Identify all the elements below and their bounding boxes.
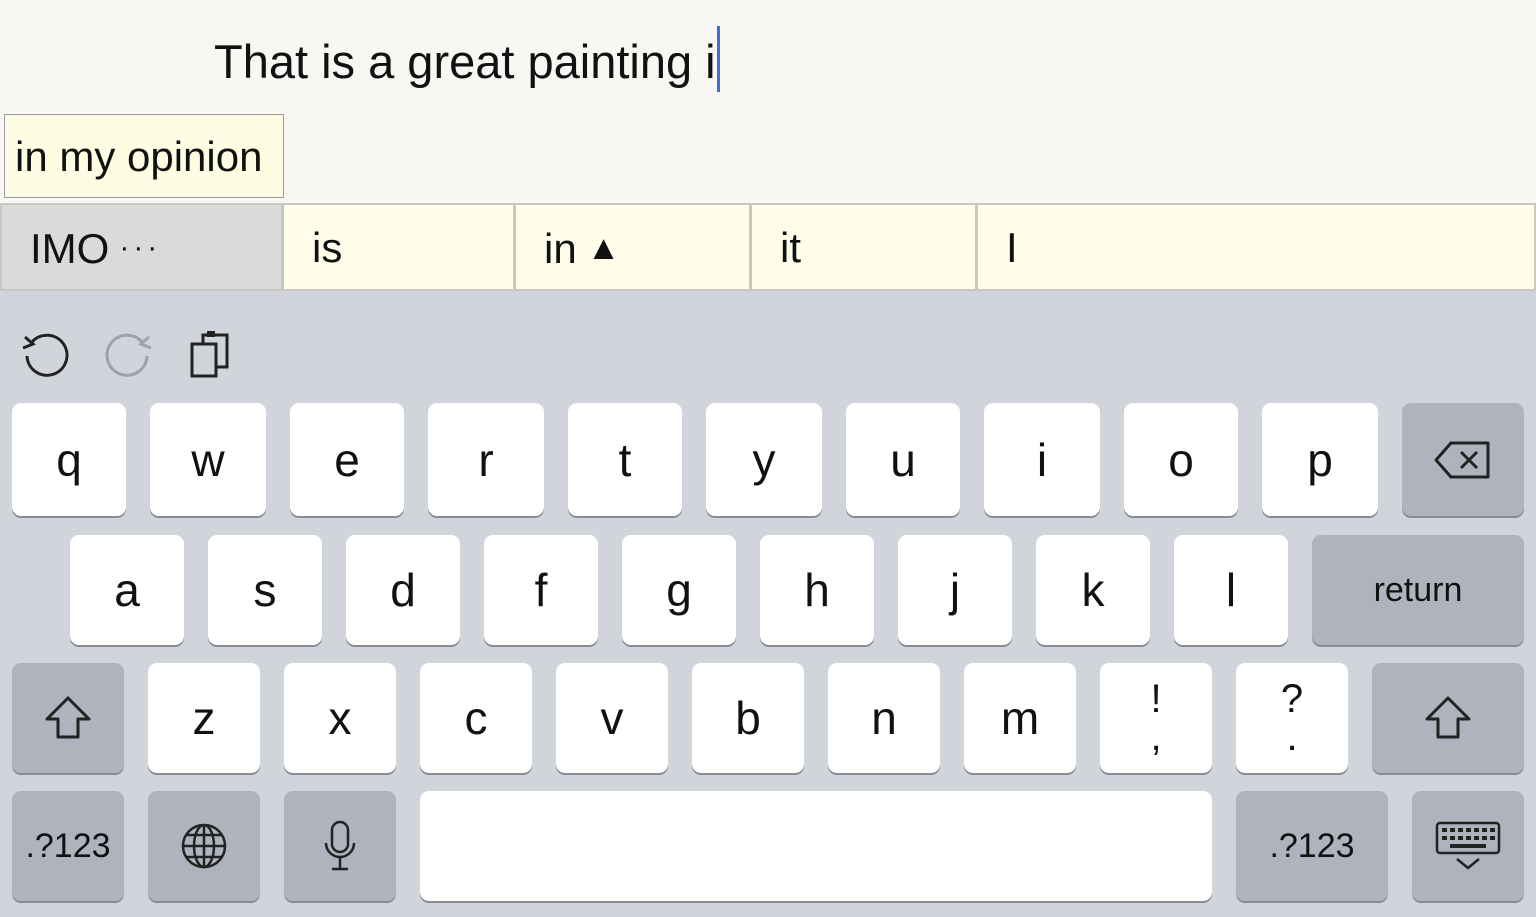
key-o[interactable]: o [1124, 403, 1238, 516]
prediction-is[interactable]: is [282, 203, 515, 291]
return-label: return [1373, 570, 1463, 609]
prediction-it[interactable]: it [750, 203, 977, 291]
text-cursor [716, 26, 720, 92]
key-x[interactable]: x [284, 663, 396, 773]
expand-up-icon: ▲ [586, 229, 621, 267]
redo-icon[interactable] [103, 329, 153, 379]
key-b[interactable]: b [692, 663, 804, 773]
numbers-label: .?123 [25, 826, 111, 865]
punct-bottom: , [1150, 715, 1162, 759]
key-w[interactable]: w [150, 403, 266, 516]
dismiss-keyboard-key[interactable] [1412, 791, 1524, 901]
shift-key-right[interactable] [1372, 663, 1524, 773]
keyboard-dismiss-icon [1435, 821, 1501, 870]
key-s[interactable]: s [208, 535, 322, 645]
key-z[interactable]: z [148, 663, 260, 773]
key-question-period[interactable]: ?. [1236, 663, 1348, 773]
shift-icon [45, 696, 91, 739]
prediction-label: is [312, 224, 343, 271]
key-p[interactable]: p [1262, 403, 1378, 516]
numbers-label: .?123 [1269, 826, 1355, 865]
backspace-key[interactable] [1402, 403, 1524, 516]
key-k[interactable]: k [1036, 535, 1150, 645]
text-editor[interactable]: That is a great painting i in my opinion [0, 0, 1536, 200]
key-exclamation-comma[interactable]: !, [1100, 663, 1212, 773]
expansion-suggestion[interactable]: in my opinion [4, 114, 284, 198]
numbers-key-right[interactable]: .?123 [1236, 791, 1388, 901]
typed-text: That is a great painting i [214, 35, 716, 88]
punct-bottom: . [1286, 715, 1298, 759]
key-m[interactable]: m [964, 663, 1076, 773]
punct-top: ! [1150, 677, 1162, 721]
key-q[interactable]: q [12, 403, 126, 516]
return-key[interactable]: return [1312, 535, 1524, 645]
shift-key-left[interactable] [12, 663, 124, 773]
microphone-icon [324, 820, 356, 871]
prediction-label: IMO [30, 225, 110, 272]
key-u[interactable]: u [846, 403, 960, 516]
typed-text-line[interactable]: That is a great painting i [214, 26, 720, 92]
backspace-icon [1434, 441, 1490, 478]
prediction-label: it [780, 224, 801, 271]
key-r[interactable]: r [428, 403, 544, 516]
key-j[interactable]: j [898, 535, 1012, 645]
prediction-label: I [1006, 224, 1018, 271]
prediction-bar: IMO ··· is in ▲ it I [0, 203, 1536, 291]
key-n[interactable]: n [828, 663, 940, 773]
paste-icon[interactable] [187, 329, 237, 379]
key-a[interactable]: a [70, 535, 184, 645]
shift-icon [1425, 696, 1471, 739]
key-e[interactable]: e [290, 403, 404, 516]
key-v[interactable]: v [556, 663, 668, 773]
key-f[interactable]: f [484, 535, 598, 645]
key-d[interactable]: d [346, 535, 460, 645]
key-t[interactable]: t [568, 403, 682, 516]
key-h[interactable]: h [760, 535, 874, 645]
globe-key[interactable] [148, 791, 260, 901]
prediction-imo[interactable]: IMO ··· [0, 203, 283, 291]
punct-top: ? [1280, 677, 1304, 721]
microphone-key[interactable] [284, 791, 396, 901]
key-y[interactable]: y [706, 403, 822, 516]
key-i[interactable]: i [984, 403, 1100, 516]
prediction-i[interactable]: I [976, 203, 1536, 291]
undo-icon[interactable] [21, 329, 71, 379]
key-l[interactable]: l [1174, 535, 1288, 645]
space-key[interactable] [420, 791, 1212, 901]
globe-icon [181, 823, 227, 869]
prediction-in[interactable]: in ▲ [514, 203, 751, 291]
prediction-label: in [544, 225, 577, 272]
numbers-key-left[interactable]: .?123 [12, 791, 124, 901]
keyboard: q w e r t y u i o p a s d f g h j k l re… [0, 291, 1536, 917]
more-options-icon: ··· [119, 231, 162, 264]
key-g[interactable]: g [622, 535, 736, 645]
key-c[interactable]: c [420, 663, 532, 773]
